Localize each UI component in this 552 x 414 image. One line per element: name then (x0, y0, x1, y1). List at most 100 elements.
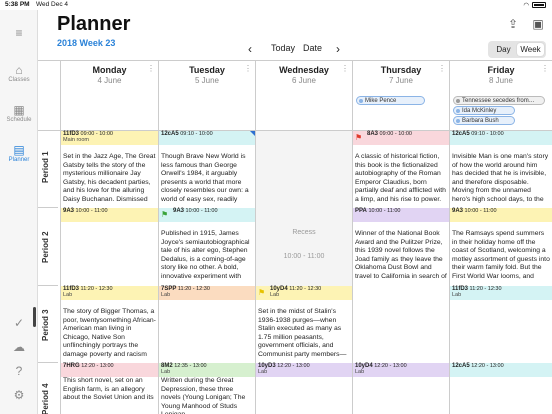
view-segmented-control: Day Week (488, 41, 546, 58)
class-block[interactable]: 7HRG 12:20 - 13:00 (61, 363, 158, 377)
status-bar: 5:38 PM Wed Dec 4 ◠ (0, 0, 552, 10)
lesson-note[interactable]: The story of Bigger Thomas, a poor, twen… (63, 308, 156, 359)
more-icon[interactable]: ⋮ (244, 64, 252, 73)
more-icon[interactable]: ⋮ (541, 64, 549, 73)
class-block[interactable]: 7SPP 11:20 - 12:30 Lab (159, 286, 255, 300)
view-day-button[interactable]: Day (490, 43, 517, 56)
class-block[interactable]: ⚑ 8A3 09:00 - 10:00 (353, 131, 449, 145)
sidebar: ≡ ⌂ Classes ▦ Schedule ▤ Planner ✓ ☁ ? ⚙ (0, 10, 38, 414)
day-name: Friday (487, 65, 515, 75)
allday-thursday[interactable]: Mike Pence (352, 95, 449, 131)
lesson-note[interactable]: Invisible Man is one man's story of how … (452, 153, 550, 204)
recess-block: Recess 10:00 - 11:00 (256, 131, 352, 286)
class-time: 11:20 - 12:30 (177, 286, 210, 292)
allday-event[interactable]: Ida McKinley (453, 106, 515, 115)
period-label-3: Period 3 (38, 286, 58, 363)
day-column-monday[interactable]: 11fD3 09:00 - 10:00 Main room Set in the … (60, 131, 158, 414)
day-name: Thursday (380, 65, 422, 75)
lesson-note[interactable]: Set in the midst of Stalin's 1936-1938 p… (258, 308, 350, 359)
layout-toggle-icon[interactable]: ▣ (528, 15, 548, 33)
class-code: 9A3 (173, 208, 185, 214)
recess-time: 10:00 - 11:00 (283, 253, 325, 260)
day-column-thursday[interactable]: ⚑ 8A3 09:00 - 10:00 A classic of historic… (352, 131, 449, 414)
class-code: 8A3 (367, 131, 379, 137)
gear-icon[interactable]: ⚙ (0, 388, 38, 402)
day-header-wednesday[interactable]: Wednesday 6 June ⋮ (255, 61, 352, 95)
flag-icon: ⚑ (161, 210, 169, 219)
period-label-1: Period 1 (38, 131, 58, 208)
day-column-wednesday[interactable]: Recess 10:00 - 11:00 ⚑ 10yD4 11:20 - 12:3… (255, 131, 352, 414)
class-block[interactable]: 12cA5 09:10 - 10:00 (450, 131, 552, 145)
class-block[interactable]: ⚑ 10yD4 11:20 - 12:30 Lab (256, 286, 352, 300)
class-block[interactable]: 9A3 10:00 - 11:00 (61, 208, 158, 222)
lesson-note[interactable]: This short novel, set on an English farm… (63, 377, 156, 414)
sidebar-item-label: Planner (8, 157, 30, 163)
lesson-note[interactable]: Winner of the National Book Award and th… (355, 230, 447, 281)
lesson-note[interactable]: Written during the Great Depression, the… (161, 377, 253, 414)
class-block[interactable]: 12cA5 12:20 - 13:00 (450, 363, 552, 377)
sidebar-item-schedule[interactable]: ▦ Schedule (0, 103, 38, 123)
class-time: 09:10 - 10:00 (471, 131, 504, 137)
date-button[interactable]: Date (303, 43, 322, 53)
sidebar-menu-button[interactable]: ≡ (0, 26, 38, 40)
wifi-icon: ◠ (523, 2, 529, 9)
help-icon[interactable]: ? (0, 364, 38, 378)
day-column-friday[interactable]: 12cA5 09:10 - 10:00 Invisible Man is one… (449, 131, 552, 414)
class-block[interactable]: 8M2 12:35 - 13:00 Lab (159, 363, 255, 377)
class-block[interactable]: ⚑ 9A3 10:00 - 11:00 (159, 208, 255, 222)
allday-tuesday[interactable] (158, 95, 255, 131)
view-week-button[interactable]: Week (517, 43, 544, 56)
class-room: Lab (161, 369, 171, 375)
allday-monday[interactable] (60, 95, 158, 131)
sidebar-item-classes[interactable]: ⌂ Classes (0, 63, 38, 83)
today-button[interactable]: Today (271, 43, 295, 53)
class-block[interactable]: PPA 10:00 - 11:00 (353, 208, 449, 222)
more-icon[interactable]: ⋮ (438, 64, 446, 73)
day-header-tuesday[interactable]: Tuesday 5 June ⋮ (158, 61, 255, 95)
allday-friday[interactable]: Tennessee secedes from… Ida McKinley Bar… (449, 95, 552, 131)
class-block[interactable]: 10yD3 12:20 - 13:00 Lab (256, 363, 352, 377)
day-column-tuesday[interactable]: 12cA5 09:10 - 10:00 Though Brave New Wor… (158, 131, 255, 414)
previous-week-button[interactable]: ‹ (248, 42, 252, 56)
hamburger-icon: ≡ (15, 26, 23, 40)
allday-event[interactable]: Barbara Bush (453, 116, 515, 125)
class-block[interactable]: 11fD3 09:00 - 10:00 Main room (61, 131, 158, 145)
sidebar-item-planner[interactable]: ▤ Planner (0, 143, 38, 163)
lesson-note[interactable]: Published in 1915, James Joyce's semiaut… (161, 230, 253, 281)
class-block[interactable]: 11fD3 11:20 - 12:30 Lab (61, 286, 158, 300)
day-name: Monday (92, 65, 127, 75)
day-date: 8 June (488, 76, 514, 85)
class-block[interactable]: 10yD4 12:20 - 13:00 Lab (353, 363, 449, 377)
lesson-note[interactable]: Though Brave New World is less famous th… (161, 153, 253, 204)
share-icon[interactable]: ⇪ (503, 15, 523, 33)
day-header-monday[interactable]: Monday 4 June ⋮ (60, 61, 158, 95)
sidebar-item-label: Schedule (6, 117, 32, 123)
allday-event[interactable]: Tennessee secedes from… (453, 96, 545, 105)
check-circle-icon[interactable]: ✓ (0, 316, 38, 330)
class-block[interactable]: 12cA5 09:10 - 10:00 (159, 131, 255, 145)
battery-icon (532, 2, 546, 8)
cloud-sync-icon[interactable]: ☁ (0, 340, 38, 354)
class-code: 12cA5 (452, 363, 470, 369)
class-block[interactable]: 9A3 10:00 - 11:00 (450, 208, 552, 222)
class-block[interactable]: 11fD3 11:20 - 12:30 Lab (450, 286, 552, 300)
lesson-note[interactable]: A classic of historical fiction, this bo… (355, 153, 447, 204)
class-time: 10:00 - 11:00 (185, 208, 218, 214)
day-header-thursday[interactable]: Thursday 7 June ⋮ (352, 61, 449, 95)
class-code: 12cA5 (161, 131, 179, 137)
more-icon[interactable]: ⋮ (341, 64, 349, 73)
allday-event[interactable]: Mike Pence (356, 96, 425, 105)
flag-icon: ⚑ (355, 133, 363, 142)
more-icon[interactable]: ⋮ (147, 64, 155, 73)
day-name: Wednesday (279, 65, 329, 75)
allday-gutter (38, 95, 60, 131)
day-header-friday[interactable]: Friday 8 June ⋮ (449, 61, 552, 95)
planner-icon: ▤ (13, 143, 25, 157)
class-time: 11:20 - 12:30 (289, 286, 322, 292)
lesson-note[interactable]: Set in the Jazz Age, The Great Gatsby te… (63, 153, 156, 204)
next-week-button[interactable]: › (336, 42, 340, 56)
lesson-note[interactable]: The Ramsays spend summers in their holid… (452, 230, 550, 281)
allday-wednesday[interactable] (255, 95, 352, 131)
day-date: 4 June (97, 76, 122, 85)
class-room: Lab (161, 292, 171, 298)
